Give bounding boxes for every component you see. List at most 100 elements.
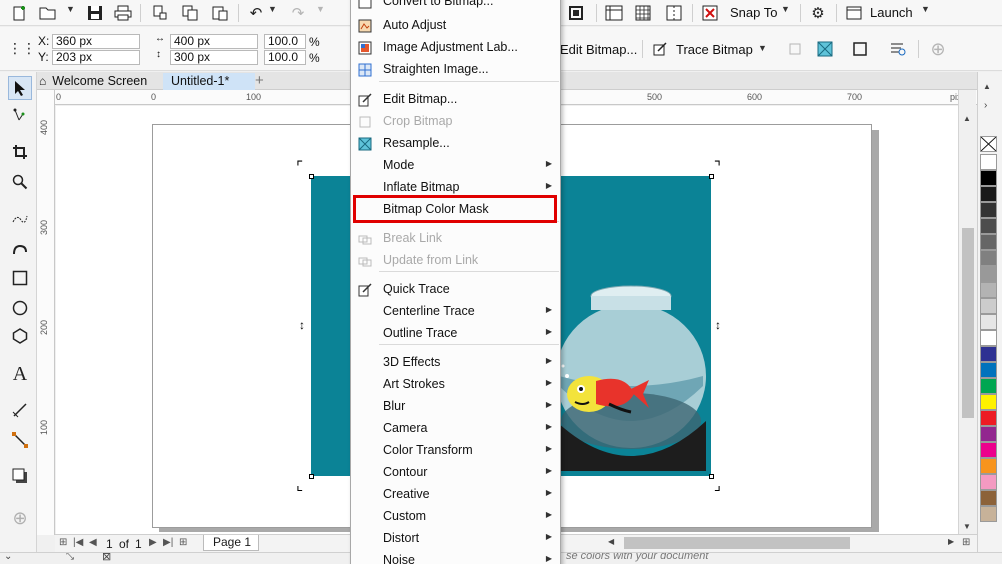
scroll-right-icon[interactable]: ▶ <box>948 537 954 546</box>
color-swatch[interactable] <box>980 330 997 346</box>
resample-icon[interactable] <box>815 39 835 59</box>
width-field[interactable]: 400 px <box>170 34 258 49</box>
chevron-down-icon[interactable]: ▼ <box>921 4 930 14</box>
text-tool-icon[interactable]: A <box>8 362 32 386</box>
color-swatch[interactable] <box>980 426 997 442</box>
menu-item-straighten-image[interactable]: Straighten Image... <box>351 59 560 80</box>
height-field[interactable]: 300 px <box>170 50 258 65</box>
color-swatch[interactable] <box>980 346 997 362</box>
scale-y-field[interactable]: 100.0 <box>264 50 306 65</box>
menu-item-resample[interactable]: Resample... <box>351 133 560 154</box>
new-document-icon[interactable] <box>10 3 30 23</box>
drop-shadow-tool-icon[interactable] <box>8 464 32 488</box>
rotate-handle-icon[interactable]: ⌝ <box>714 158 721 176</box>
add-page-after-icon[interactable]: ⊞ <box>179 537 187 548</box>
menu-item-outline-trace[interactable]: Outline Trace ▶ <box>351 323 560 344</box>
menu-item-convert-to-bitmap[interactable]: Convert to Bitmap... <box>351 0 560 12</box>
color-swatch[interactable] <box>980 186 997 202</box>
ellipse-tool-icon[interactable] <box>8 296 32 320</box>
selection-handle[interactable] <box>309 474 314 479</box>
tab-untitled-1[interactable]: Untitled-1* <box>163 73 255 90</box>
menu-item-color-transform[interactable]: Color Transform ▶ <box>351 440 560 461</box>
color-swatch[interactable] <box>980 234 997 250</box>
add-tool-icon[interactable]: ⊕ <box>8 506 32 530</box>
scroll-down-icon[interactable]: ▼ <box>963 522 971 531</box>
color-swatch[interactable] <box>980 474 997 490</box>
add-icon[interactable]: ⊕ <box>928 39 948 59</box>
last-page-icon[interactable]: ▶| <box>163 537 173 548</box>
chevron-down-icon[interactable]: ⌄ <box>4 553 12 562</box>
no-color-swatch[interactable] <box>980 136 997 152</box>
color-swatch[interactable] <box>980 410 997 426</box>
bounding-box-icon[interactable] <box>850 39 870 59</box>
menu-item-edit-bitmap[interactable]: Edit Bitmap... <box>351 89 560 110</box>
menu-item-custom[interactable]: Custom ▶ <box>351 506 560 527</box>
chevron-down-icon[interactable]: ▼ <box>316 4 325 14</box>
vertical-scrollbar[interactable]: ▲ ▼ <box>958 90 976 534</box>
color-swatch[interactable] <box>980 218 997 234</box>
polygon-tool-icon[interactable] <box>8 324 32 348</box>
previous-page-icon[interactable]: ◀ <box>89 537 97 548</box>
menu-item-update-from-link[interactable]: Update from Link <box>351 250 560 271</box>
parallel-dimension-tool-icon[interactable] <box>8 398 32 422</box>
navigator-icon[interactable]: ⊞ <box>962 537 970 548</box>
launch-button[interactable]: Launch <box>870 5 913 20</box>
color-swatch[interactable] <box>980 282 997 298</box>
rotate-handle-icon[interactable]: ⌜ <box>296 158 303 176</box>
palette-scroll-up-icon[interactable]: ▲ <box>983 82 991 91</box>
color-swatch[interactable] <box>980 266 997 282</box>
new-tab-icon[interactable]: + <box>255 72 264 89</box>
properties-icon[interactable] <box>888 39 908 59</box>
open-folder-icon[interactable] <box>38 3 58 23</box>
color-swatch[interactable] <box>980 250 997 266</box>
color-swatch[interactable] <box>980 442 997 458</box>
vertical-ruler[interactable]: 400 300 200 100 <box>37 90 55 535</box>
color-swatch[interactable] <box>980 394 997 410</box>
edit-bitmap-button[interactable]: Edit Bitmap... <box>560 42 637 57</box>
no-fill-icon[interactable]: ⊠ <box>102 553 111 563</box>
save-icon[interactable] <box>85 3 105 23</box>
color-swatch[interactable] <box>980 378 997 394</box>
scroll-up-icon[interactable]: ▲ <box>963 114 971 123</box>
skew-handle-icon[interactable]: ↕ <box>299 318 305 332</box>
show-guidelines-icon[interactable] <box>664 3 684 23</box>
chevron-down-icon[interactable]: ▼ <box>268 4 277 14</box>
color-swatch[interactable] <box>980 154 997 170</box>
fill-tool-icon[interactable]: ⤡ <box>66 553 74 562</box>
connector-tool-icon[interactable] <box>8 428 32 452</box>
gear-icon[interactable]: ⚙ <box>808 3 828 23</box>
zoom-tool-icon[interactable] <box>8 170 32 194</box>
menu-item-camera[interactable]: Camera ▶ <box>351 418 560 439</box>
x-position-field[interactable]: 360 px <box>52 34 140 49</box>
scale-x-field[interactable]: 100.0 <box>264 34 306 49</box>
redo-icon[interactable]: ↷ <box>288 3 308 23</box>
snap-to-icon[interactable] <box>700 3 720 23</box>
chevron-down-icon[interactable]: ▼ <box>66 4 75 14</box>
rotate-handle-icon[interactable]: ⌞ <box>296 476 303 494</box>
full-screen-icon[interactable] <box>566 3 586 23</box>
skew-handle-icon[interactable]: ↕ <box>715 318 721 332</box>
chevron-down-icon[interactable]: ▼ <box>781 4 790 14</box>
pick-tool-icon[interactable] <box>8 76 32 100</box>
color-swatch[interactable] <box>980 202 997 218</box>
vertical-scroll-thumb[interactable] <box>962 228 974 418</box>
menu-item-mode[interactable]: Mode ▶ <box>351 155 560 176</box>
menu-item-distort[interactable]: Distort ▶ <box>351 528 560 549</box>
color-swatch[interactable] <box>980 314 997 330</box>
rectangle-tool-icon[interactable] <box>8 266 32 290</box>
menu-item-quick-trace[interactable]: Quick Trace <box>351 279 560 300</box>
tab-welcome-screen[interactable]: ⌂ Welcome Screen <box>37 73 155 90</box>
first-page-icon[interactable]: |◀ <box>73 537 83 548</box>
rotate-handle-icon[interactable]: ⌟ <box>714 476 721 494</box>
menu-item-art-strokes[interactable]: Art Strokes ▶ <box>351 374 560 395</box>
y-position-field[interactable]: 203 px <box>52 50 140 65</box>
crop-tool-icon[interactable] <box>8 140 32 164</box>
print-icon[interactable] <box>113 3 133 23</box>
artistic-media-tool-icon[interactable] <box>8 236 32 260</box>
menu-item-centerline-trace[interactable]: Centerline Trace ▶ <box>351 301 560 322</box>
menu-item-3d-effects[interactable]: 3D Effects ▶ <box>351 352 560 373</box>
undo-icon[interactable]: ↶ <box>246 3 266 23</box>
color-swatch[interactable] <box>980 458 997 474</box>
chevron-down-icon[interactable]: ▼ <box>758 43 767 53</box>
add-page-icon[interactable]: ⊞ <box>59 537 67 548</box>
